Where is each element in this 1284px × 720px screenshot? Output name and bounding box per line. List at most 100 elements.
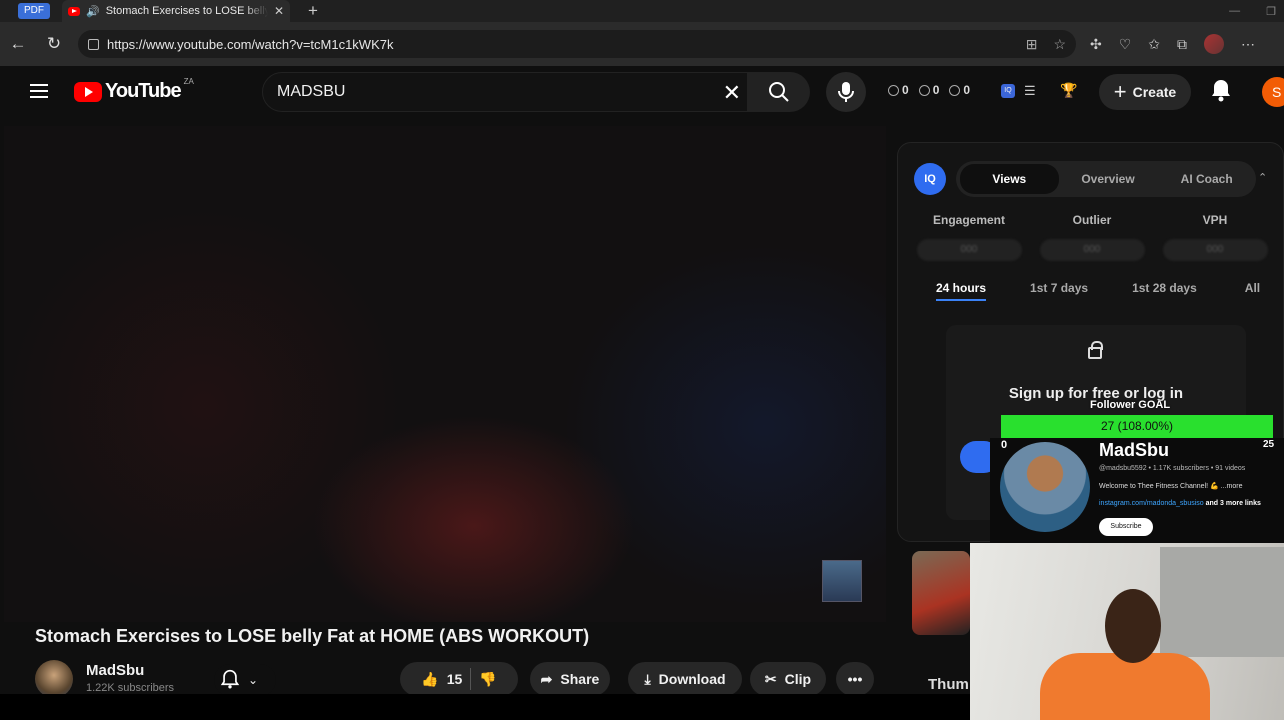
stat-clock[interactable]: 0: [888, 83, 909, 97]
webcam-background-window: [1160, 547, 1284, 657]
reload-icon[interactable]: ↻: [36, 34, 72, 54]
like-button[interactable]: 👍 15: [421, 671, 462, 688]
tab-ai-coach[interactable]: AI Coach: [1157, 172, 1256, 186]
chevron-up-icon[interactable]: ⌃: [1258, 171, 1267, 184]
like-dislike-group: 👍 15 👎: [400, 662, 518, 696]
channel-card-meta: @madsbu5592 • 1.17K subscribers • 91 vid…: [1099, 465, 1246, 472]
collections-icon[interactable]: ⧉: [1177, 36, 1187, 53]
more-actions-button[interactable]: •••: [836, 662, 874, 696]
lock-icon[interactable]: [88, 38, 99, 50]
voice-search-button[interactable]: [826, 72, 866, 112]
speaker-icon[interactable]: 🔊: [86, 5, 100, 18]
restore-icon[interactable]: ❐: [1266, 5, 1276, 18]
address-bar: ← ↻ https://www.youtube.com/watch?v=tcM1…: [0, 22, 1284, 66]
metric-label: Engagement: [932, 213, 1005, 227]
video-player[interactable]: [4, 126, 886, 622]
metric-value: 000: [916, 239, 1022, 261]
clip-button[interactable]: ✂ Clip: [750, 662, 826, 696]
webcam-overlay: [970, 543, 1284, 720]
video-title: Stomach Exercises to LOSE belly Fat at H…: [35, 626, 590, 646]
range-24-hours[interactable]: 24 hours: [936, 281, 987, 301]
youtube-favicon-icon: [68, 6, 80, 16]
back-icon[interactable]: ←: [0, 34, 36, 54]
tab-overview[interactable]: Overview: [1059, 172, 1158, 186]
range-all[interactable]: All: [1245, 281, 1260, 301]
url-text[interactable]: https://www.youtube.com/watch?v=tcM1c1kW…: [107, 37, 393, 52]
user-avatar[interactable]: S: [1262, 77, 1284, 107]
search-input[interactable]: MADSBU ✕: [262, 72, 748, 112]
close-tab-icon[interactable]: ✕: [274, 4, 284, 18]
lock-icon: [1088, 341, 1103, 359]
follower-goal-progress-bar: 27 (108.00%): [1001, 415, 1273, 438]
eye-icon: [918, 84, 930, 96]
list-menu-icon[interactable]: ☰: [1024, 83, 1036, 99]
clock-icon: [888, 84, 899, 96]
youtube-header: YouTube ZA MADSBU ✕ 0 0 0 IQ ☰ 🏆 + Creat…: [0, 66, 1284, 118]
scissors-icon: ✂: [764, 670, 777, 687]
stat-value: 0: [963, 83, 971, 97]
share-label: Share: [560, 671, 600, 687]
favorites-icon[interactable]: ✩: [1148, 36, 1160, 53]
tab-views[interactable]: Views: [960, 164, 1059, 194]
share-button[interactable]: ➦ Share: [530, 662, 610, 696]
tab-title: Stomach Exercises to LOSE belly Fat at H…: [105, 5, 268, 17]
download-button[interactable]: ⤓ Download: [628, 662, 742, 696]
channel-card-avatar: [1000, 442, 1090, 532]
thumbs-up-icon: 👍: [421, 670, 439, 687]
stat-value: 0: [902, 83, 909, 97]
favorite-star-icon[interactable]: ☆: [1053, 36, 1066, 53]
eye-slash-icon: [949, 84, 961, 96]
iq-logo[interactable]: IQ: [914, 163, 946, 195]
youtube-logo[interactable]: YouTube ZA: [74, 77, 194, 103]
youtube-logo-text: YouTube: [105, 80, 182, 102]
extensions-icon[interactable]: ✣: [1090, 36, 1102, 53]
bell-icon: [1212, 80, 1230, 102]
browser-tab-bar: PDF 🔊 Stomach Exercises to LOSE belly Fa…: [0, 0, 1284, 22]
search-query[interactable]: MADSBU: [277, 83, 345, 101]
recommended-video-thumbnail[interactable]: [912, 551, 970, 635]
hamburger-menu-icon[interactable]: [30, 84, 48, 98]
clip-label: Clip: [784, 671, 812, 687]
channel-name[interactable]: MadSbu: [86, 662, 144, 679]
time-range-tabs: 24 hours 1st 7 days 1st 28 days All: [936, 281, 1276, 301]
browser-tab[interactable]: 🔊 Stomach Exercises to LOSE belly Fat at…: [62, 0, 290, 22]
extensions-toolbar: ✣ ♡ ✩ ⧉ ⋯: [1090, 22, 1255, 66]
new-tab-icon[interactable]: +: [308, 1, 318, 21]
metrics-row: Engagement 000 Outlier 000 VPH 000: [914, 213, 1284, 261]
channel-card-subscribe-button: Subscribe: [1099, 518, 1153, 536]
more-horizontal-icon: •••: [847, 671, 863, 687]
video-overlay-thumbnail[interactable]: [822, 560, 862, 602]
window-controls: — ❐: [1229, 5, 1276, 18]
profile-avatar[interactable]: [1204, 34, 1225, 54]
plus-icon: +: [1113, 79, 1127, 104]
create-button[interactable]: + Create: [1099, 74, 1191, 110]
trophy-icon[interactable]: 🏆: [1060, 82, 1077, 99]
channel-card-name: MadSbu: [1099, 440, 1169, 460]
iq-extension-icon[interactable]: IQ: [1001, 84, 1015, 98]
channel-card-links: instagram.com/madonda_sbusiso and 3 more…: [1099, 500, 1261, 507]
channel-avatar[interactable]: [35, 660, 73, 698]
thumbs-down-icon[interactable]: 👎: [479, 671, 496, 688]
search-button[interactable]: [748, 72, 810, 112]
range-first-7-days[interactable]: 1st 7 days: [1030, 281, 1088, 301]
microphone-icon: [838, 82, 854, 102]
clear-search-icon[interactable]: ✕: [723, 80, 741, 106]
metric-label: Outlier: [1072, 213, 1112, 227]
follower-goal-label: Follower GOAL: [1090, 399, 1171, 411]
minimize-icon[interactable]: —: [1229, 5, 1240, 18]
app-available-icon[interactable]: ⊞: [1026, 36, 1038, 53]
stat-other[interactable]: 0: [949, 83, 970, 97]
divider: [470, 668, 472, 690]
stat-views[interactable]: 0: [918, 83, 940, 97]
url-field[interactable]: https://www.youtube.com/watch?v=tcM1c1kW…: [78, 30, 1076, 58]
goal-max-value: 25: [1263, 439, 1275, 450]
metric-vph: VPH 000: [1160, 213, 1270, 261]
more-menu-icon[interactable]: ⋯: [1241, 36, 1255, 53]
share-icon: ➦: [540, 670, 553, 687]
subscription-bell-button[interactable]: ⌄: [214, 664, 276, 696]
pdf-badge[interactable]: PDF: [18, 3, 50, 19]
performance-icon[interactable]: ♡: [1119, 36, 1132, 53]
range-first-28-days[interactable]: 1st 28 days: [1132, 281, 1197, 301]
stat-value: 0: [932, 83, 940, 97]
notifications-button[interactable]: [1210, 78, 1232, 109]
